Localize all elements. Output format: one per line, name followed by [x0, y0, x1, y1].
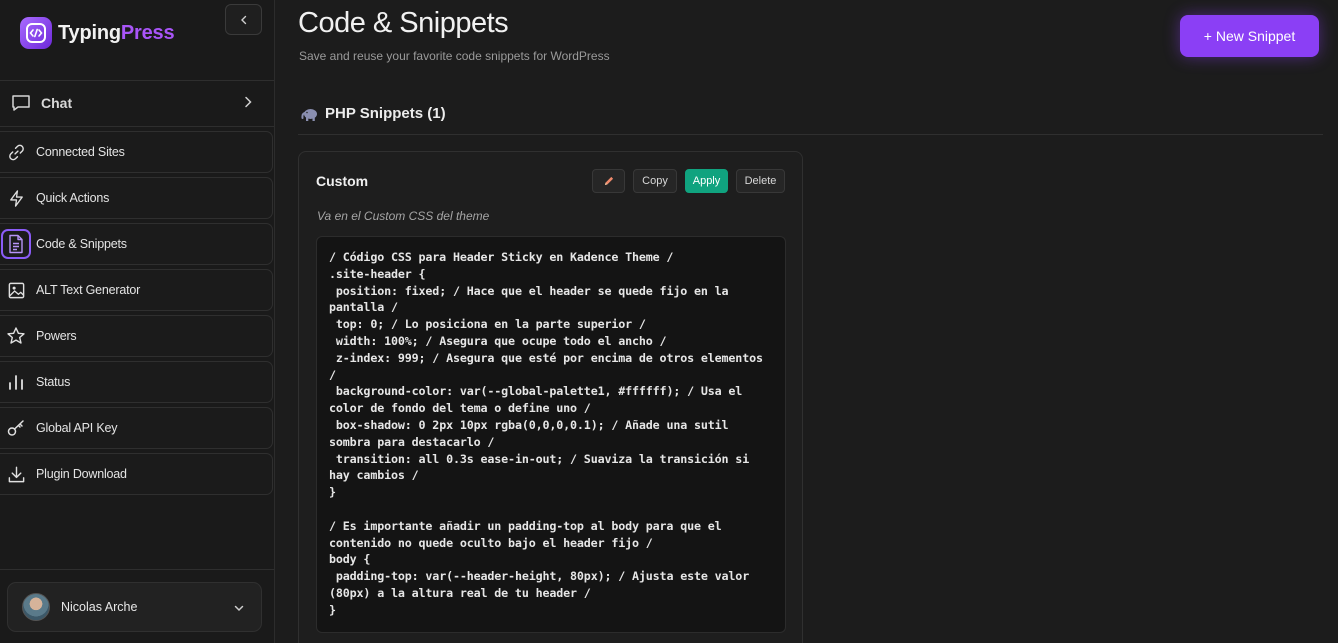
copy-button[interactable]: Copy [633, 169, 677, 193]
sidebar-item-status[interactable]: Status [0, 361, 273, 403]
link-icon [6, 142, 26, 162]
sidebar-item-global-api-key[interactable]: Global API Key [0, 407, 273, 449]
snippet-actions: Copy Apply Delete [592, 169, 785, 193]
sidebar-item-connected-sites[interactable]: Connected Sites [0, 131, 273, 173]
brand-name-part1: Typing [58, 21, 121, 44]
download-icon [6, 464, 26, 484]
sidebar-item-label: Code & Snippets [36, 237, 127, 251]
snippet-card: Custom Copy Apply Delete Va en el Custom… [298, 151, 803, 643]
page-title: Code & Snippets [298, 7, 509, 39]
bar-chart-icon [6, 372, 26, 392]
brand[interactable]: TypingPress [20, 17, 175, 49]
sidebar-divider [0, 126, 274, 127]
sidebar-divider [0, 569, 274, 570]
image-icon [6, 280, 26, 300]
sidebar-item-label: Powers [36, 329, 77, 343]
user-name: Nicolas Arche [61, 600, 138, 614]
star-icon [6, 326, 26, 346]
logo-icon [20, 17, 52, 49]
code-content: / Código CSS para Header Sticky en Kaden… [329, 250, 763, 617]
chat-bubble-icon [12, 95, 30, 111]
key-icon [6, 418, 26, 438]
sidebar-item-label: Plugin Download [36, 467, 127, 481]
section-heading: PHP Snippets (1) [301, 105, 446, 122]
sidebar-item-alt-text-generator[interactable]: ALT Text Generator [0, 269, 273, 311]
bolt-icon [6, 188, 26, 208]
pencil-icon [604, 176, 613, 185]
sidebar-item-label: Status [36, 375, 71, 389]
sidebar-item-chat[interactable]: Chat [0, 82, 274, 124]
sidebar-divider [0, 80, 274, 81]
sidebar: TypingPress Chat Connected Sites Quick A… [0, 0, 275, 643]
section-divider [298, 134, 1323, 135]
edit-button[interactable] [592, 169, 625, 193]
code-block[interactable]: / Código CSS para Header Sticky en Kaden… [316, 236, 786, 633]
section-title: PHP Snippets (1) [325, 105, 446, 122]
page-subtitle: Save and reuse your favorite code snippe… [299, 49, 610, 63]
sidebar-item-label: Chat [41, 95, 73, 111]
sidebar-item-label: Global API Key [36, 421, 118, 435]
sidebar-item-plugin-download[interactable]: Plugin Download [0, 453, 273, 495]
snippet-title: Custom [316, 173, 369, 189]
sidebar-item-label: Connected Sites [36, 145, 125, 159]
chevron-left-icon [240, 15, 246, 24]
snippet-description: Va en el Custom CSS del theme [317, 209, 490, 223]
sidebar-nav: Connected Sites Quick Actions Code & Sni… [0, 131, 274, 499]
delete-button[interactable]: Delete [736, 169, 785, 193]
apply-button[interactable]: Apply [685, 169, 728, 193]
brand-name: TypingPress [58, 21, 175, 45]
sidebar-item-code-snippets[interactable]: Code & Snippets [0, 223, 273, 265]
sidebar-item-quick-actions[interactable]: Quick Actions [0, 177, 273, 219]
sidebar-item-label: ALT Text Generator [36, 283, 141, 297]
collapse-sidebar-button[interactable] [225, 4, 262, 35]
sidebar-item-label: Quick Actions [36, 191, 110, 205]
user-menu[interactable]: Nicolas Arche [7, 582, 262, 632]
avatar [22, 593, 50, 621]
brand-name-part2: Press [120, 21, 175, 44]
new-snippet-button[interactable]: + New Snippet [1180, 15, 1319, 57]
document-icon [1, 229, 31, 259]
chevron-right-icon [245, 96, 252, 108]
chevron-down-icon [234, 605, 244, 612]
sidebar-item-powers[interactable]: Powers [0, 315, 273, 357]
elephant-icon [301, 108, 317, 121]
